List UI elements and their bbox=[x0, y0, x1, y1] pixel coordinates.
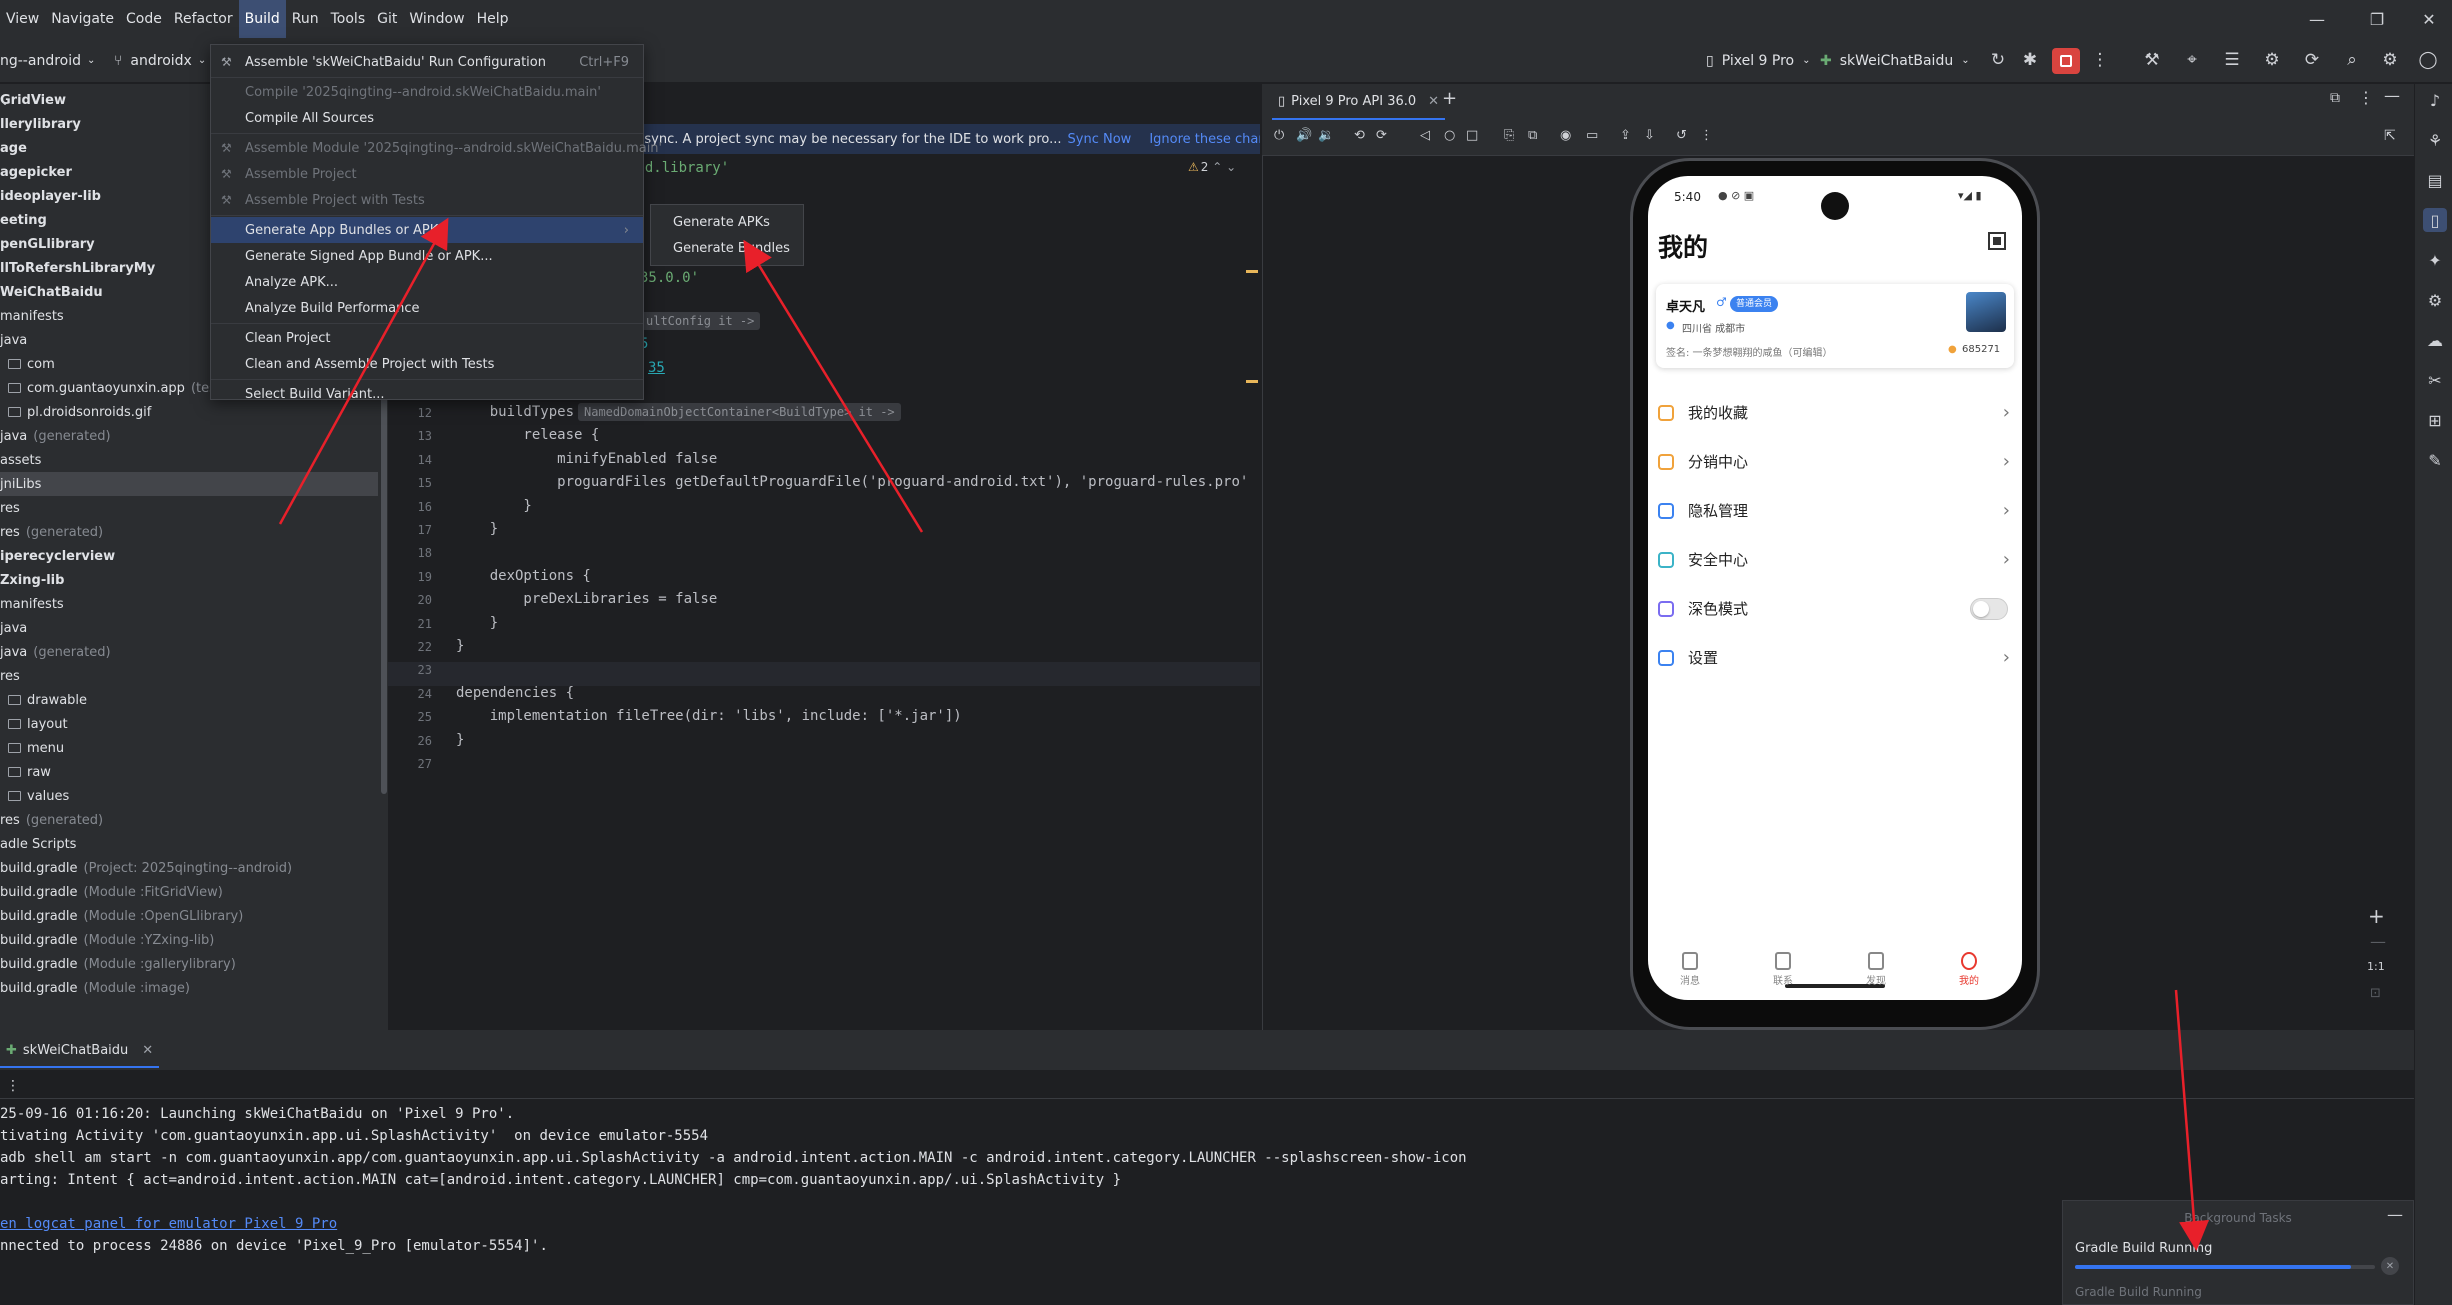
annotation-arrow bbox=[2174, 989, 2210, 1251]
annotation-arrow bbox=[743, 239, 924, 533]
annotation-arrow bbox=[278, 217, 449, 525]
annotation-arrows bbox=[278, 217, 2210, 1251]
